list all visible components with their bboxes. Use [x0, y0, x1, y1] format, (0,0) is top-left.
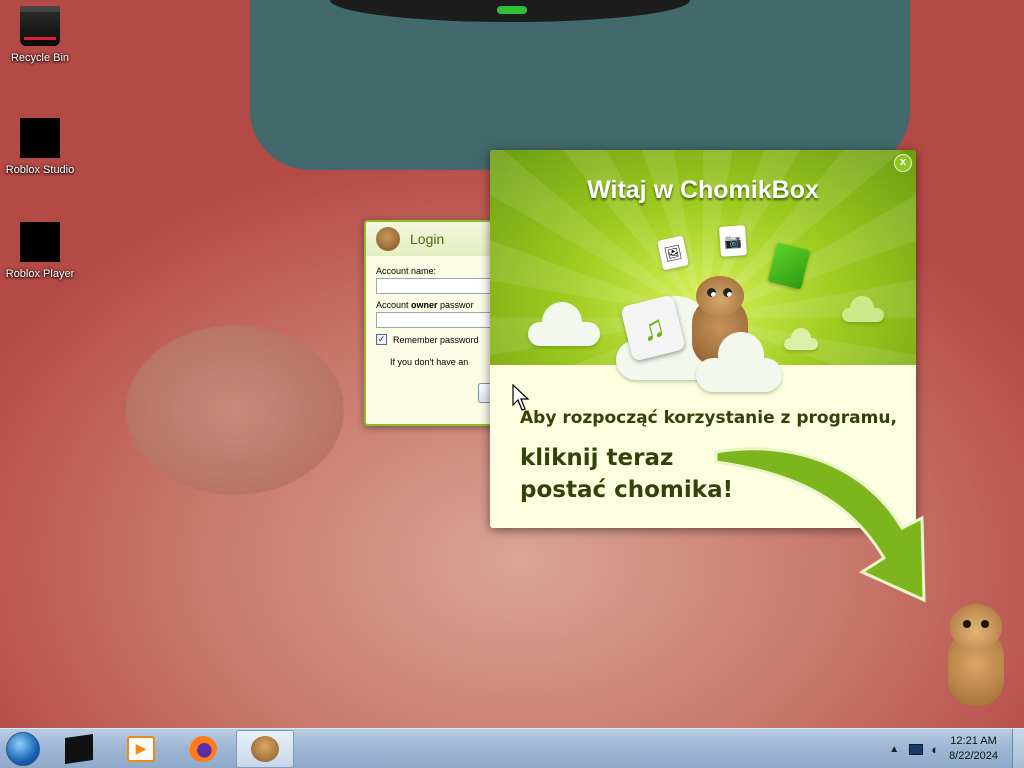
cloud-icon [842, 296, 884, 322]
login-title: Login [410, 231, 445, 247]
close-button[interactable]: x [894, 154, 912, 172]
welcome-title: Witaj w ChomikBox [587, 176, 819, 204]
start-button[interactable] [0, 729, 46, 768]
remember-password-label: Remember password [393, 334, 479, 345]
taskbar-item-chomikbox[interactable] [236, 729, 294, 768]
remember-password-checkbox[interactable]: ✓ [376, 334, 387, 345]
hamster-mascot-desktop[interactable] [944, 604, 1006, 708]
desktop-icon-label: Roblox Player [5, 268, 75, 280]
picture-file-icon: 📷 [718, 225, 748, 257]
tray-expand-icon[interactable]: ▲ [889, 744, 899, 755]
archive-file-icon [767, 242, 811, 290]
chomikbox-welcome-popup: Witaj w ChomikBox x 🖼 📷 ♫ Aby rozpocząć … [490, 150, 916, 528]
media-player-icon: ▶ [127, 735, 155, 762]
cloud-icon [784, 328, 818, 350]
welcome-message: Aby rozpocząć korzystanie z programu, [520, 408, 897, 428]
taskbar-item-firefox[interactable] [174, 730, 232, 768]
image-file-icon: 🖼 [657, 235, 689, 271]
taskbar: ▶ ▲ ◐ 12:21 AM 8/22/2024 [0, 728, 1024, 768]
show-desktop-button[interactable] [1012, 729, 1024, 768]
clock-date: 8/22/2024 [949, 750, 998, 762]
taskbar-item-media-player[interactable]: ▶ [112, 730, 170, 768]
clock-time: 12:21 AM [950, 735, 997, 747]
system-tray: ▲ ◐ 12:21 AM 8/22/2024 [889, 729, 1024, 768]
desktop-icon-roblox-studio[interactable]: Roblox Studio [0, 118, 80, 176]
chomikbox-hamster-icon [251, 735, 279, 762]
volume-icon[interactable]: ◐ [931, 742, 939, 757]
windows-orb-icon [6, 731, 40, 766]
desktop-icon-label: Roblox Studio [5, 164, 75, 176]
cloud-icon [696, 332, 782, 392]
roblox-player-icon [20, 222, 60, 262]
cloud-icon [528, 302, 600, 346]
desktop-icon-roblox-player[interactable]: Roblox Player [0, 222, 80, 280]
recycle-bin-icon [20, 6, 60, 46]
desktop-icon-recycle-bin[interactable]: Recycle Bin [0, 6, 80, 64]
welcome-call-to-action: kliknij teraz postać chomika! [520, 445, 734, 503]
top-indicator-dots [497, 6, 527, 14]
chomikbox-hamster-icon [376, 227, 400, 251]
welcome-banner: Witaj w ChomikBox x 🖼 📷 ♫ [490, 150, 916, 392]
clock[interactable]: 12:21 AM 8/22/2024 [949, 734, 998, 764]
taskbar-item-roblox[interactable] [50, 730, 108, 768]
firefox-icon [189, 735, 217, 762]
wallpaper-region [250, 0, 910, 170]
network-icon[interactable] [909, 743, 924, 755]
roblox-studio-icon [20, 118, 60, 158]
mouse-cursor-icon [512, 384, 530, 411]
desktop-icon-label: Recycle Bin [10, 52, 70, 64]
roblox-icon [65, 733, 93, 764]
